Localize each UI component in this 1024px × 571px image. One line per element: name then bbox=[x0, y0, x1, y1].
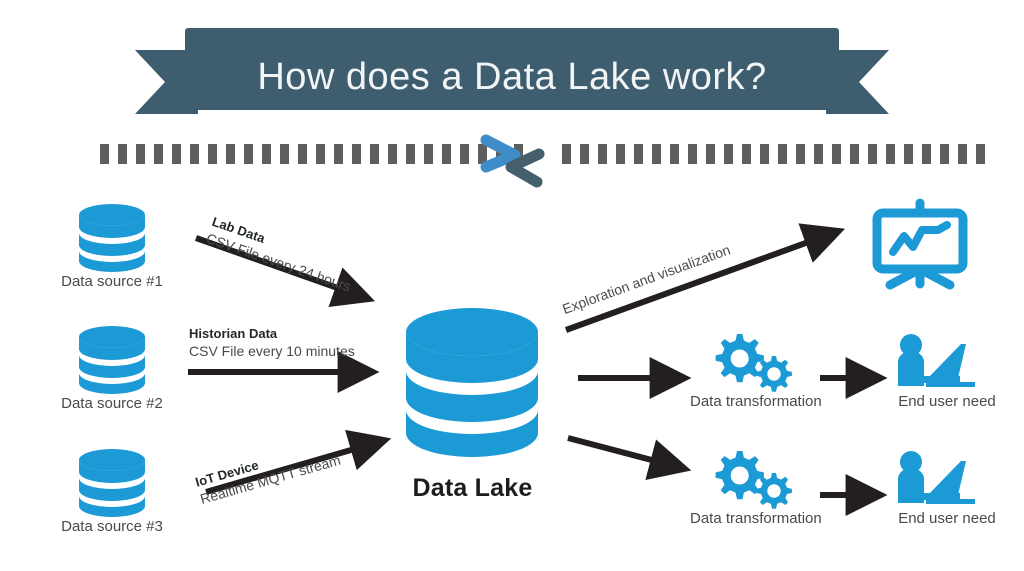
flow-detail-2: CSV File every 10 minutes bbox=[189, 343, 355, 359]
database-icon bbox=[79, 204, 145, 272]
source-2-label: Data source #2 bbox=[61, 395, 163, 412]
person-laptop-icon bbox=[898, 451, 975, 504]
presentation-chart-icon bbox=[872, 198, 968, 290]
gears-icon bbox=[715, 334, 792, 392]
flow-label-source-2: Historian Data CSV File every 10 minutes bbox=[189, 326, 355, 360]
transform-node-bottom: Data transformation bbox=[690, 447, 822, 529]
end-user-node-top: End user need bbox=[882, 332, 1012, 412]
database-icon bbox=[79, 326, 145, 394]
source-node-3: Data source #3 bbox=[52, 445, 172, 537]
end-user-bottom-label: End user need bbox=[898, 510, 996, 527]
data-lake-node: Data Lake bbox=[395, 300, 550, 503]
data-lake-label: Data Lake bbox=[412, 474, 533, 502]
visualization-node bbox=[860, 198, 980, 290]
transform-bottom-label: Data transformation bbox=[690, 510, 822, 527]
database-icon bbox=[79, 449, 145, 517]
person-laptop-icon bbox=[898, 334, 975, 387]
transform-top-label: Data transformation bbox=[690, 393, 822, 410]
database-icon bbox=[406, 308, 538, 457]
source-3-label: Data source #3 bbox=[61, 518, 163, 535]
gears-icon bbox=[715, 451, 792, 509]
end-user-top-label: End user need bbox=[898, 393, 996, 410]
infographic-canvas: How does a Data Lake work? Data source #… bbox=[0, 0, 1024, 571]
source-node-1: Data source #1 bbox=[52, 200, 172, 292]
arrow-lake-to-visualization bbox=[564, 223, 846, 333]
arrow-lake-to-transform-bottom bbox=[567, 435, 692, 481]
source-node-2: Data source #2 bbox=[52, 322, 172, 414]
transform-node-top: Data transformation bbox=[690, 330, 822, 412]
end-user-node-bottom: End user need bbox=[882, 449, 1012, 529]
flow-title-2: Historian Data bbox=[189, 326, 278, 341]
source-1-label: Data source #1 bbox=[61, 273, 163, 290]
